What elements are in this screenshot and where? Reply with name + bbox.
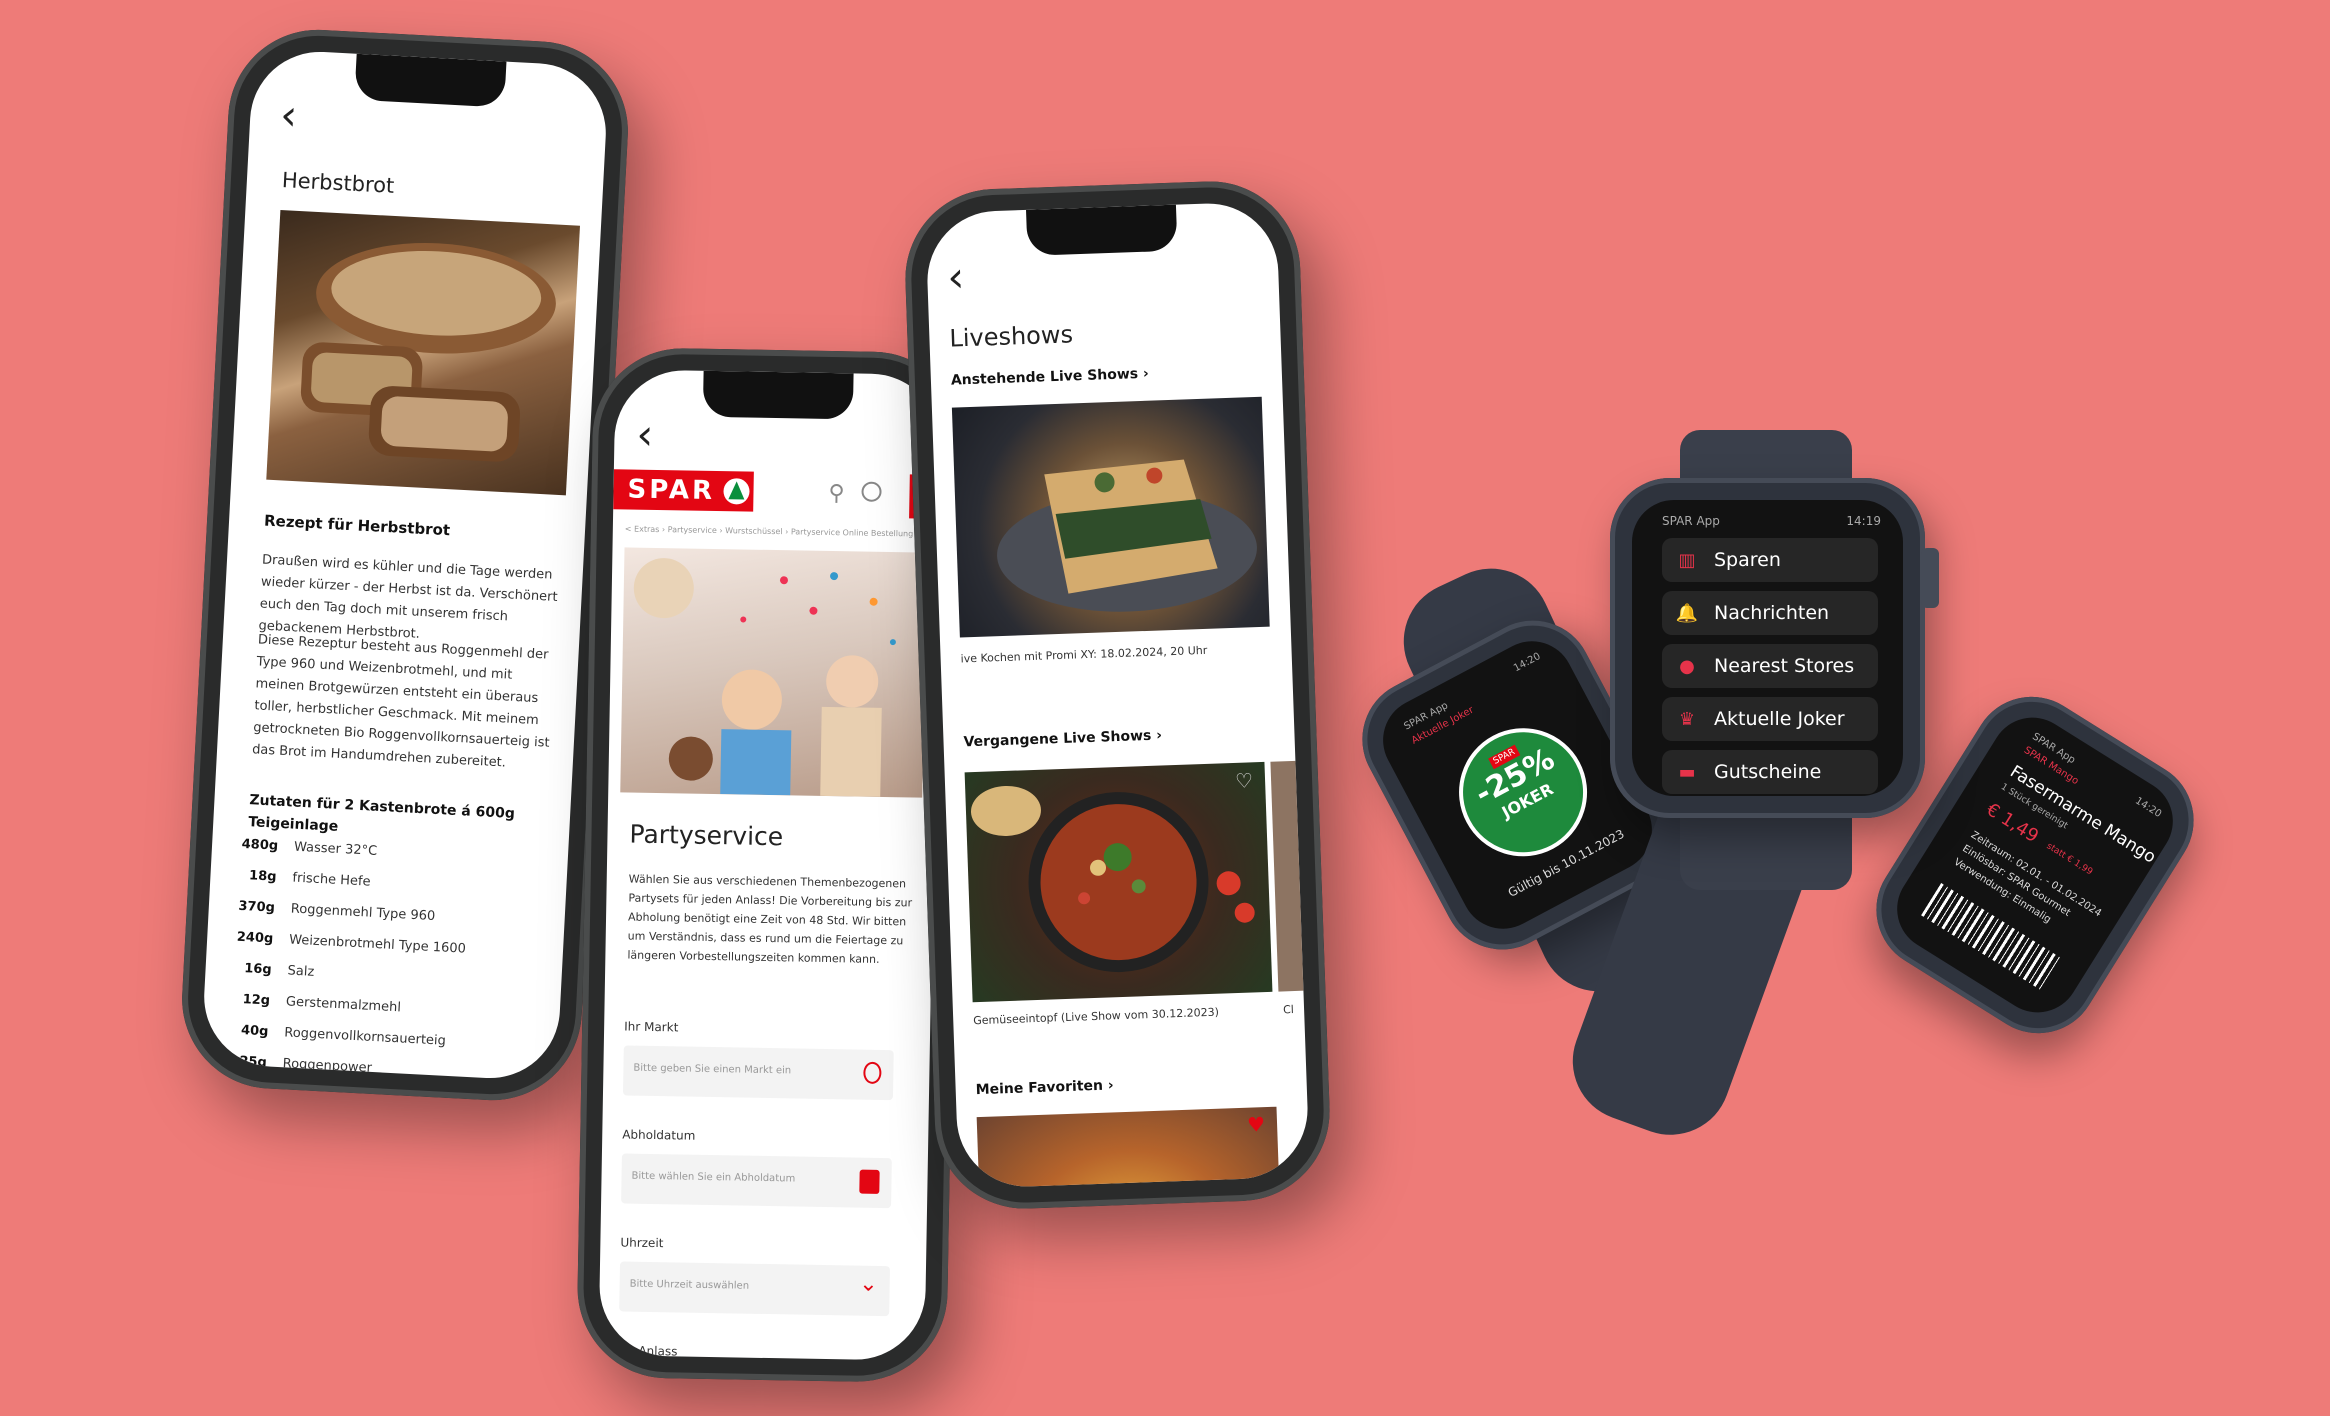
page-title: Partyservice <box>629 819 784 852</box>
ingredient-name: frische Hefe <box>292 870 371 890</box>
page-title: Herbstbrot <box>281 168 395 198</box>
watch-menu-label: Sparen <box>1714 549 1781 571</box>
pickup-date-field[interactable]: Bitte wählen Sie ein Abholdatum <box>621 1153 892 1209</box>
recipe-screen: ‹ Herbstbrot Rezept für Herbstbrot Drauß… <box>200 48 610 1082</box>
pickup-date-placeholder: Bitte wählen Sie ein Abholdatum <box>631 1170 796 1185</box>
ingredient-amount: 480g <box>241 836 279 854</box>
barcode-icon: ▥ <box>1678 549 1696 571</box>
phone-recipe: ‹ Herbstbrot Rezept für Herbstbrot Drauß… <box>177 25 633 1105</box>
stew-image <box>964 761 1273 1003</box>
ingredient-name: Salz <box>287 963 315 980</box>
ingredient-amount: 25g <box>238 1054 268 1071</box>
time-placeholder: Bitte Uhrzeit auswählen <box>629 1278 750 1292</box>
location-pin-icon: ● <box>1679 655 1695 677</box>
watch-menu-item[interactable]: ♛ Aktuelle Joker <box>1662 697 1878 741</box>
ingredient-name: Weizenbrotmehl Type 1600 <box>288 932 467 957</box>
heart-filled-icon[interactable]: ♥ <box>1247 1112 1266 1137</box>
spar-logo-text: SPAR <box>627 474 716 506</box>
watch-menu-label: Aktuelle Joker <box>1714 708 1845 730</box>
watch-menu-label: Nearest Stores <box>1714 655 1855 677</box>
watch-menu-item[interactable]: ▬ Gutscheine <box>1662 750 1878 794</box>
breadcrumb: < Extras › Partyservice › Wurstschüssel … <box>624 524 914 539</box>
watch-time: 14:19 <box>1846 514 1881 528</box>
market-placeholder: Bitte geben Sie einen Markt ein <box>633 1062 792 1077</box>
market-field[interactable]: Bitte geben Sie einen Markt ein <box>622 1045 894 1101</box>
ingredient-amount: 16g <box>243 961 273 978</box>
upcoming-shows-heading[interactable]: Anstehende Live Shows › <box>951 366 1149 389</box>
past-caption-cut: Cl <box>1282 1003 1295 1017</box>
watch-menu-item[interactable]: ▥ Sparen <box>1662 538 1878 582</box>
past-shows-heading[interactable]: Vergangene Live Shows › <box>963 727 1162 750</box>
spar-tree-icon <box>722 478 750 505</box>
back-icon[interactable]: ‹ <box>946 252 964 302</box>
ingredient-name: Wasser 32°C <box>293 839 378 859</box>
watch-menu-item[interactable]: 🔔 Nachrichten <box>1662 591 1878 635</box>
lasagna-image <box>951 396 1270 638</box>
ingredient-amount: 370g <box>238 898 276 916</box>
ingredient-amount: 240g <box>236 929 274 947</box>
watch-center: SPAR App 14:19 ▥ Sparen 🔔 Nachrichten ● Neare… <box>1610 478 1939 818</box>
bread-loaf-svg <box>300 242 556 462</box>
phone-notch <box>354 53 507 108</box>
heart-outline-icon[interactable]: ♡ <box>1235 768 1254 793</box>
page-title: Liveshows <box>948 320 1074 353</box>
ingredient-name: Gerstenmalzmehl <box>285 994 402 1016</box>
back-icon[interactable]: ‹ <box>636 410 654 459</box>
watch-menu-label: Nachrichten <box>1714 602 1830 624</box>
watch-center-screen: SPAR App 14:19 ▥ Sparen 🔔 Nachrichten ● Neare… <box>1632 500 1903 796</box>
phone-notch <box>702 370 854 420</box>
time-label: Uhrzeit <box>620 1235 664 1251</box>
lasagna-svg <box>997 459 1257 612</box>
phone-notch <box>1025 204 1178 256</box>
spar-logo: SPAR <box>613 469 754 512</box>
upcoming-caption: ive Kochen mit Promi XY: 18.02.2024, 20 … <box>960 643 1208 666</box>
ingredient-amount: 18g <box>248 868 277 885</box>
location-icon[interactable]: ⚲ <box>828 481 845 506</box>
partyservice-screen: ‹ SPAR ⚲ < Extras › Partyservice › Wurst… <box>598 369 942 1361</box>
back-icon[interactable]: ‹ <box>279 90 298 140</box>
ingredient-name: Roggenvollkornsauerteig <box>283 1025 447 1049</box>
market-label: Ihr Markt <box>624 1019 679 1035</box>
ingredient-name: Roggenmehl Type 960 <box>290 901 436 925</box>
bell-icon: 🔔 <box>1675 602 1699 624</box>
product-title: Fasermarme Mango <box>2006 761 2160 868</box>
location-ring-icon <box>863 1061 882 1084</box>
ingredient-amount: 12g <box>242 992 271 1009</box>
calendar-icon <box>859 1169 880 1194</box>
joker-hat-icon: ♛ <box>1678 708 1696 730</box>
liveshows-screen: ‹ Liveshows Anstehende Live Shows › ive … <box>925 201 1310 1189</box>
product-old-price: statt € 1,99 <box>2044 841 2095 878</box>
chevron-down-icon: ⌄ <box>859 1271 878 1297</box>
party-image <box>620 547 927 798</box>
recipe-heading: Rezept für Herbstbrot <box>263 511 451 540</box>
watch-right-screen: SPAR App 14:20 SPAR Mango Fasermarme Man… <box>1881 701 2189 1029</box>
party-kids-svg <box>633 558 896 797</box>
bread-image <box>266 209 580 496</box>
watch-time: 14:20 <box>2132 795 2164 821</box>
stew-svg <box>970 785 1255 973</box>
watch-time: 14:20 <box>1511 650 1543 675</box>
favorites-heading[interactable]: Meine Favoriten › <box>975 1077 1113 1098</box>
favorite-dish-image <box>976 1106 1281 1189</box>
watch-app-name: SPAR App <box>1662 514 1720 528</box>
watch-menu-label: Gutscheine <box>1714 761 1822 783</box>
phone-liveshows: ‹ Liveshows Anstehende Live Shows › ive … <box>902 178 1333 1212</box>
ingredient-amount: 40g <box>240 1023 269 1040</box>
watch-crown[interactable] <box>1921 548 1939 608</box>
ingredients-list: 480g Wasser 32°C 18g frische Hefe 370g Roggen… <box>220 828 553 1081</box>
ingredient-name: Roggenpower <box>282 1056 373 1076</box>
pickup-date-label: Abholdatum <box>622 1127 696 1143</box>
recipe-paragraph-2: Diese Rezeptur besteht aus Roggenmehl de… <box>251 632 550 771</box>
second-thumb-image <box>1270 760 1309 992</box>
partyservice-description: Wählen Sie aus verschiedenen Themenbezog… <box>627 872 913 966</box>
watch-menu-item[interactable]: ● Nearest Stores <box>1662 644 1878 688</box>
time-field[interactable]: Bitte Uhrzeit auswählen ⌄ <box>619 1261 891 1317</box>
phone-partyservice: ‹ SPAR ⚲ < Extras › Partyservice › Wurst… <box>576 346 964 1384</box>
search-icon[interactable] <box>861 481 882 502</box>
occasion-label: Ihr Anlass <box>618 1343 678 1359</box>
past-caption: Gemüseeintopf (Live Show vom 30.12.2023) <box>973 1005 1220 1028</box>
voucher-icon: ▬ <box>1678 761 1696 783</box>
